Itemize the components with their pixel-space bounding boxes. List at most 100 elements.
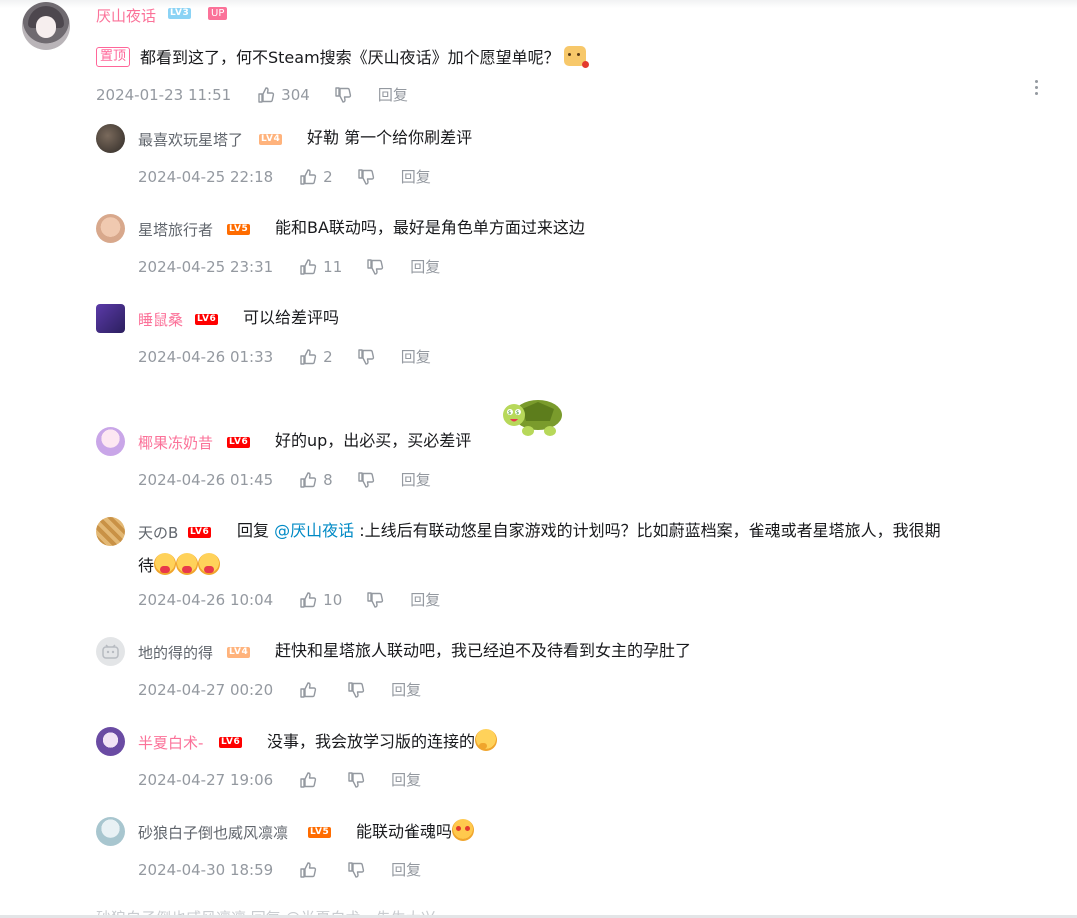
timestamp: 2024-04-26 01:33 bbox=[138, 347, 274, 366]
reply-button[interactable]: 回复 bbox=[391, 769, 421, 790]
reply-meta: 2024-04-26 10:04 10 回复 bbox=[138, 589, 440, 610]
dislike-button[interactable] bbox=[366, 591, 384, 609]
like-button[interactable] bbox=[299, 681, 323, 699]
reply-username[interactable]: 最喜欢玩星塔了 bbox=[138, 129, 243, 150]
thumb-up-icon bbox=[300, 681, 317, 698]
reply-button[interactable]: 回复 bbox=[401, 166, 431, 187]
avatar[interactable] bbox=[96, 517, 125, 546]
svg-text:$: $ bbox=[516, 410, 519, 416]
reply-username[interactable]: 星塔旅行者 bbox=[138, 219, 213, 240]
reply-username[interactable]: 睡鼠桑 bbox=[138, 309, 183, 330]
dislike-button[interactable] bbox=[366, 258, 384, 276]
timestamp: 2024-04-26 10:04 bbox=[138, 590, 274, 609]
like-button[interactable] bbox=[299, 771, 323, 789]
like-button[interactable]: 2 bbox=[299, 168, 333, 186]
reply-button[interactable]: 回复 bbox=[391, 859, 421, 880]
level-badge: LV5 bbox=[227, 224, 251, 235]
level-badge: LV6 bbox=[188, 527, 212, 538]
comment-thread: 厌山夜话 LV3 UP 置顶 都看到这了，何不Steam搜索《厌山夜话》加个愿望… bbox=[0, 0, 1077, 918]
svg-text:$: $ bbox=[508, 410, 511, 416]
avatar[interactable] bbox=[96, 124, 125, 153]
reply-text-continued: 待 bbox=[138, 553, 221, 578]
thumb-up-icon bbox=[300, 471, 317, 488]
avatar[interactable] bbox=[22, 2, 70, 50]
level-badge: LV3 bbox=[168, 8, 192, 19]
mention-link[interactable]: @厌山夜话 bbox=[274, 521, 354, 540]
root-comment-text: 都看到这了，何不Steam搜索《厌山夜话》加个愿望单呢？ bbox=[140, 46, 589, 69]
dislike-button[interactable] bbox=[357, 168, 375, 186]
reply-meta: 2024-04-25 23:31 11 回复 bbox=[138, 256, 440, 277]
dislike-button[interactable] bbox=[347, 681, 365, 699]
reply-button[interactable]: 回复 bbox=[410, 256, 440, 277]
thumb-down-icon bbox=[348, 861, 365, 878]
thumb-down-icon bbox=[358, 348, 374, 365]
reply-username[interactable]: 地的得的得 bbox=[138, 642, 213, 663]
reply-text: 好的up，出必买，买必差评 bbox=[275, 431, 472, 450]
level-badge: LV6 bbox=[227, 437, 251, 448]
reply-username[interactable]: 砂狼白子倒也威风凛凛 bbox=[138, 822, 288, 843]
reply-button[interactable]: 回复 bbox=[401, 469, 431, 490]
level-badge: LV6 bbox=[195, 314, 219, 325]
reply-text: 能联动雀魂吗 bbox=[356, 819, 475, 844]
avatar[interactable] bbox=[96, 427, 125, 456]
timestamp: 2024-01-23 11:51 bbox=[96, 85, 232, 104]
dislike-button[interactable] bbox=[357, 348, 375, 366]
reply-button[interactable]: 回复 bbox=[410, 589, 440, 610]
dislike-button[interactable] bbox=[347, 771, 365, 789]
thumb-up-icon bbox=[300, 348, 317, 365]
like-button[interactable] bbox=[299, 861, 323, 879]
kiss-emoji-icon bbox=[154, 553, 177, 575]
reply-text: 好勒 第一个给你刷差评 bbox=[307, 128, 473, 147]
dislike-button[interactable] bbox=[347, 861, 365, 879]
reply-button[interactable]: 回复 bbox=[378, 84, 408, 105]
reply-meta: 2024-04-30 18:59 回复 bbox=[138, 859, 421, 880]
reply-username[interactable]: 半夏白术- bbox=[138, 732, 203, 753]
like-count: 2 bbox=[323, 167, 333, 186]
timestamp: 2024-04-25 22:18 bbox=[138, 167, 274, 186]
root-username[interactable]: 厌山夜话 bbox=[96, 5, 156, 26]
level-badge: LV5 bbox=[308, 827, 332, 838]
thumb-down-icon bbox=[367, 258, 384, 275]
dislike-button[interactable] bbox=[357, 471, 375, 489]
kiss-emoji-icon bbox=[198, 553, 221, 575]
reply-button[interactable]: 回复 bbox=[401, 346, 431, 367]
thumb-up-icon bbox=[300, 861, 317, 878]
like-button[interactable]: 10 bbox=[299, 591, 342, 609]
timestamp: 2024-04-30 18:59 bbox=[138, 860, 274, 879]
cat-emoji-icon bbox=[563, 46, 589, 68]
reply-username[interactable]: 椰果冻奶昔 bbox=[138, 432, 213, 453]
avatar[interactable] bbox=[96, 214, 125, 243]
default-avatar-icon bbox=[102, 644, 119, 659]
timestamp: 2024-04-26 01:45 bbox=[138, 470, 274, 489]
like-button[interactable]: 2 bbox=[299, 348, 333, 366]
like-count: 8 bbox=[323, 470, 333, 489]
dislike-button[interactable] bbox=[334, 86, 352, 104]
reply-meta: 2024-04-27 00:20 回复 bbox=[138, 679, 421, 700]
avatar[interactable] bbox=[96, 817, 125, 846]
reply-text: 赶快和星塔旅人联动吧，我已经迫不及待看到女主的孕肚了 bbox=[275, 641, 692, 660]
reply-username[interactable]: 天のB bbox=[138, 522, 178, 543]
reply-text: 回复 @厌山夜话 :上线后有联动悠星自家游戏的计划吗？比如蔚蓝档案，雀魂或者星塔… bbox=[237, 521, 941, 540]
avatar[interactable] bbox=[96, 637, 125, 666]
like-button[interactable]: 8 bbox=[299, 471, 333, 489]
thinking-emoji-icon bbox=[475, 729, 498, 751]
reply-text: 能和BA联动吗，最好是角色单方面过来这边 bbox=[275, 218, 585, 237]
like-button[interactable]: 304 bbox=[257, 86, 310, 104]
like-button[interactable]: 11 bbox=[299, 258, 342, 276]
reply-meta: 2024-04-27 19:06 回复 bbox=[138, 769, 421, 790]
avatar[interactable] bbox=[96, 727, 125, 756]
top-divider bbox=[0, 0, 1077, 8]
level-badge: LV6 bbox=[219, 737, 243, 748]
root-meta: 2024-01-23 11:51 304 回复 bbox=[96, 84, 408, 105]
more-options-icon[interactable] bbox=[1031, 80, 1041, 98]
thumb-down-icon bbox=[335, 86, 351, 103]
level-badge: LV4 bbox=[227, 647, 251, 658]
thumb-down-icon bbox=[358, 471, 374, 488]
avatar[interactable] bbox=[96, 304, 125, 333]
like-count: 2 bbox=[323, 347, 333, 366]
turtle-sticker-icon: $ $ bbox=[503, 400, 562, 436]
thumb-down-icon bbox=[348, 771, 365, 788]
timestamp: 2024-04-25 23:31 bbox=[138, 257, 274, 276]
thumb-down-icon bbox=[367, 591, 384, 608]
reply-button[interactable]: 回复 bbox=[391, 679, 421, 700]
